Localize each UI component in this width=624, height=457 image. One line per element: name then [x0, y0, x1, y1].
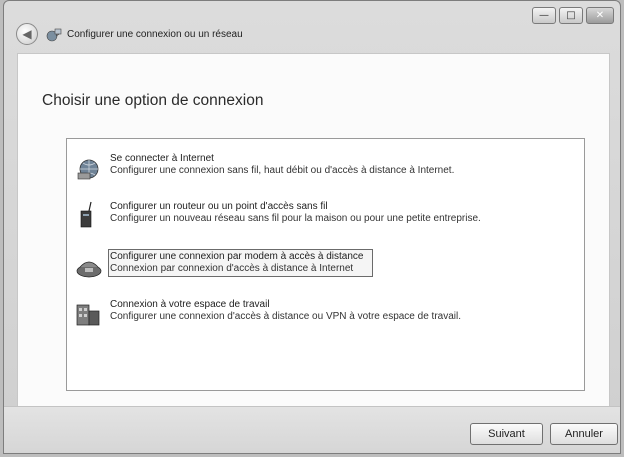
- connection-options-list: Se connecter à Internet Configurer une c…: [66, 138, 585, 391]
- dialog-footer: Suivant Annuler: [4, 406, 620, 453]
- option-wireless-router[interactable]: Configurer un routeur ou un point d'accè…: [75, 201, 575, 237]
- option-description: Configurer une connexion sans fil, haut …: [110, 165, 455, 176]
- minimize-button[interactable]: —: [532, 7, 556, 24]
- option-title: Connexion à votre espace de travail: [110, 299, 270, 310]
- router-antenna-icon: [80, 201, 92, 228]
- network-setup-icon: [46, 28, 62, 42]
- option-workplace[interactable]: Connexion à votre espace de travail Conf…: [75, 299, 575, 335]
- option-title: Se connecter à Internet: [110, 153, 214, 164]
- window-controls: — □ ✕: [532, 7, 614, 24]
- maximize-button[interactable]: □: [559, 7, 583, 24]
- back-arrow-icon[interactable]: ◀: [16, 23, 38, 45]
- internet-globe-icon: [77, 159, 99, 180]
- option-description: Configurer un nouveau réseau sans fil po…: [110, 213, 481, 224]
- window-title: Configurer une connexion ou un réseau: [67, 29, 243, 40]
- modem-phone-icon: [76, 261, 102, 278]
- next-button[interactable]: Suivant: [470, 423, 543, 445]
- option-description: Configurer une connexion d'accès à dista…: [110, 311, 462, 322]
- close-button[interactable]: ✕: [586, 7, 614, 24]
- workplace-building-icon: [76, 304, 100, 326]
- setup-connection-window: ◀ Configurer une connexion ou un réseau …: [3, 0, 621, 454]
- option-title: Configurer une connexion par modem à acc…: [110, 251, 364, 262]
- page-title: Choisir une option de connexion: [42, 92, 264, 109]
- option-title: Configurer un routeur ou un point d'accè…: [110, 201, 328, 212]
- option-dialup-modem[interactable]: Configurer une connexion par modem à acc…: [75, 249, 575, 287]
- title-bar: ◀ Configurer une connexion ou un réseau …: [4, 1, 620, 53]
- option-description: Connexion par connexion d'accès à distan…: [110, 263, 354, 274]
- cancel-button[interactable]: Annuler: [550, 423, 618, 445]
- content-panel: Choisir une option de connexion Se conne…: [17, 53, 610, 408]
- option-connect-internet[interactable]: Se connecter à Internet Configurer une c…: [75, 153, 575, 189]
